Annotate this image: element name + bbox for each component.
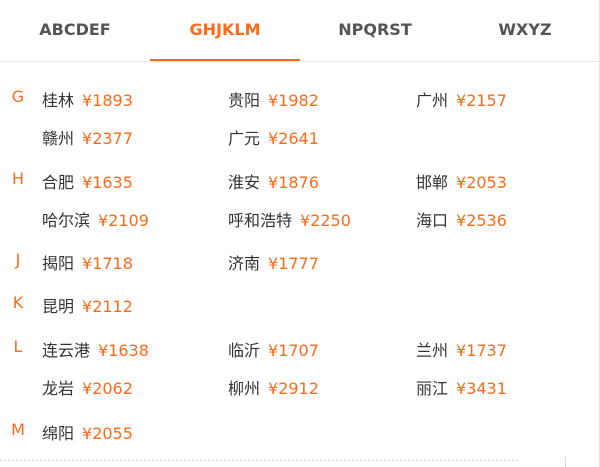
city-row: L 连云港 ¥1638 临沂 ¥1707 兰州 ¥1737 <box>0 328 599 366</box>
city-price: ¥2109 <box>98 211 149 230</box>
city-price-item[interactable]: 昆明 ¥2112 <box>42 293 133 317</box>
city-name: 广元 <box>228 129 261 148</box>
city-name: 广州 <box>416 91 449 110</box>
city-price: ¥1707 <box>268 341 319 360</box>
tab-label: NPQRST <box>338 20 412 39</box>
city-name: 绵阳 <box>42 424 75 443</box>
tab-label: ABCDEF <box>39 20 111 39</box>
group-letter: M <box>11 420 25 439</box>
city-row: 哈尔滨 ¥2109 呼和浩特 ¥2250 海口 ¥2536 <box>0 198 599 236</box>
tab-label: GHJKLM <box>189 20 261 39</box>
city-name: 济南 <box>228 254 261 273</box>
city-price: ¥2641 <box>268 129 319 148</box>
city-price-item[interactable]: 绵阳 ¥2055 <box>42 420 133 444</box>
city-name: 哈尔滨 <box>42 211 91 230</box>
city-price-item[interactable]: 合肥 ¥1635 <box>42 169 133 193</box>
city-name: 临沂 <box>228 341 261 360</box>
tab-label: WXYZ <box>498 20 552 39</box>
city-name: 连云港 <box>42 341 91 360</box>
city-price: ¥1982 <box>268 91 319 110</box>
city-name: 淮安 <box>228 173 261 192</box>
group-letter: J <box>15 250 21 269</box>
group-letter: H <box>11 169 25 188</box>
city-price-item[interactable]: 兰州 ¥1737 <box>416 337 507 361</box>
city-name: 龙岩 <box>42 379 75 398</box>
group-letter: G <box>11 87 25 106</box>
city-name: 贵阳 <box>228 91 261 110</box>
city-row: K 昆明 ¥2112 <box>0 284 599 322</box>
city-price: ¥1638 <box>98 341 149 360</box>
city-price: ¥2912 <box>268 379 319 398</box>
city-price: ¥2053 <box>456 173 507 192</box>
city-price-item[interactable]: 柳州 ¥2912 <box>228 375 319 399</box>
group-letter: L <box>13 337 23 356</box>
city-name: 呼和浩特 <box>228 211 293 230</box>
city-price: ¥2062 <box>82 379 133 398</box>
city-price-item[interactable]: 邯郸 ¥2053 <box>416 169 507 193</box>
city-price-item[interactable]: 广州 ¥2157 <box>416 87 507 111</box>
city-row: M 绵阳 ¥2055 <box>0 411 599 449</box>
city-name: 海口 <box>416 211 449 230</box>
city-row: H 合肥 ¥1635 淮安 ¥1876 邯郸 ¥2053 <box>0 160 599 198</box>
city-price: ¥2377 <box>82 129 133 148</box>
active-tab-underline <box>150 59 300 61</box>
city-price: ¥1635 <box>82 173 133 192</box>
city-name: 桂林 <box>42 91 75 110</box>
city-price: ¥2112 <box>82 297 133 316</box>
bottom-dotted-divider <box>0 460 520 461</box>
bottom-divider-tick <box>565 457 566 467</box>
city-name: 柳州 <box>228 379 261 398</box>
city-price-item[interactable]: 淮安 ¥1876 <box>228 169 319 193</box>
city-row: 赣州 ¥2377 广元 ¥2641 <box>0 116 599 154</box>
city-price: ¥1718 <box>82 254 133 273</box>
city-row: 龙岩 ¥2062 柳州 ¥2912 丽江 ¥3431 <box>0 366 599 404</box>
group-letter: K <box>12 293 24 312</box>
city-price-item[interactable]: 海口 ¥2536 <box>416 207 507 231</box>
city-price: ¥2250 <box>300 211 351 230</box>
city-name: 赣州 <box>42 129 75 148</box>
city-price-item[interactable]: 贵阳 ¥1982 <box>228 87 319 111</box>
city-price: ¥2055 <box>82 424 133 443</box>
city-row: J 揭阳 ¥1718 济南 ¥1777 <box>0 241 599 279</box>
letter-tab-bar: ABCDEF GHJKLM NPQRST WXYZ <box>0 0 599 62</box>
city-price-item[interactable]: 连云港 ¥1638 <box>42 337 149 361</box>
city-price-item[interactable]: 哈尔滨 ¥2109 <box>42 207 149 231</box>
city-price: ¥2157 <box>456 91 507 110</box>
city-name: 邯郸 <box>416 173 449 192</box>
tab-abcdef[interactable]: ABCDEF <box>0 0 150 60</box>
city-name: 兰州 <box>416 341 449 360</box>
tab-wxyz[interactable]: WXYZ <box>450 0 600 60</box>
city-name: 昆明 <box>42 297 75 316</box>
city-price-item[interactable]: 呼和浩特 ¥2250 <box>228 207 351 231</box>
city-price-item[interactable]: 桂林 ¥1893 <box>42 87 133 111</box>
city-price: ¥1737 <box>456 341 507 360</box>
city-name: 丽江 <box>416 379 449 398</box>
city-price: ¥1893 <box>82 91 133 110</box>
city-price-item[interactable]: 赣州 ¥2377 <box>42 125 133 149</box>
city-price-item[interactable]: 临沂 ¥1707 <box>228 337 319 361</box>
city-row: G 桂林 ¥1893 贵阳 ¥1982 广州 ¥2157 <box>0 78 599 116</box>
city-name: 揭阳 <box>42 254 75 273</box>
tab-ghjklm[interactable]: GHJKLM <box>150 0 300 61</box>
city-price-item[interactable]: 揭阳 ¥1718 <box>42 250 133 274</box>
tab-npqrst[interactable]: NPQRST <box>300 0 450 60</box>
city-name: 合肥 <box>42 173 75 192</box>
city-price: ¥3431 <box>456 379 507 398</box>
city-price: ¥1876 <box>268 173 319 192</box>
city-price: ¥1777 <box>268 254 319 273</box>
city-price-item[interactable]: 济南 ¥1777 <box>228 250 319 274</box>
city-price-item[interactable]: 广元 ¥2641 <box>228 125 319 149</box>
city-price: ¥2536 <box>456 211 507 230</box>
city-price-item[interactable]: 龙岩 ¥2062 <box>42 375 133 399</box>
city-price-item[interactable]: 丽江 ¥3431 <box>416 375 507 399</box>
